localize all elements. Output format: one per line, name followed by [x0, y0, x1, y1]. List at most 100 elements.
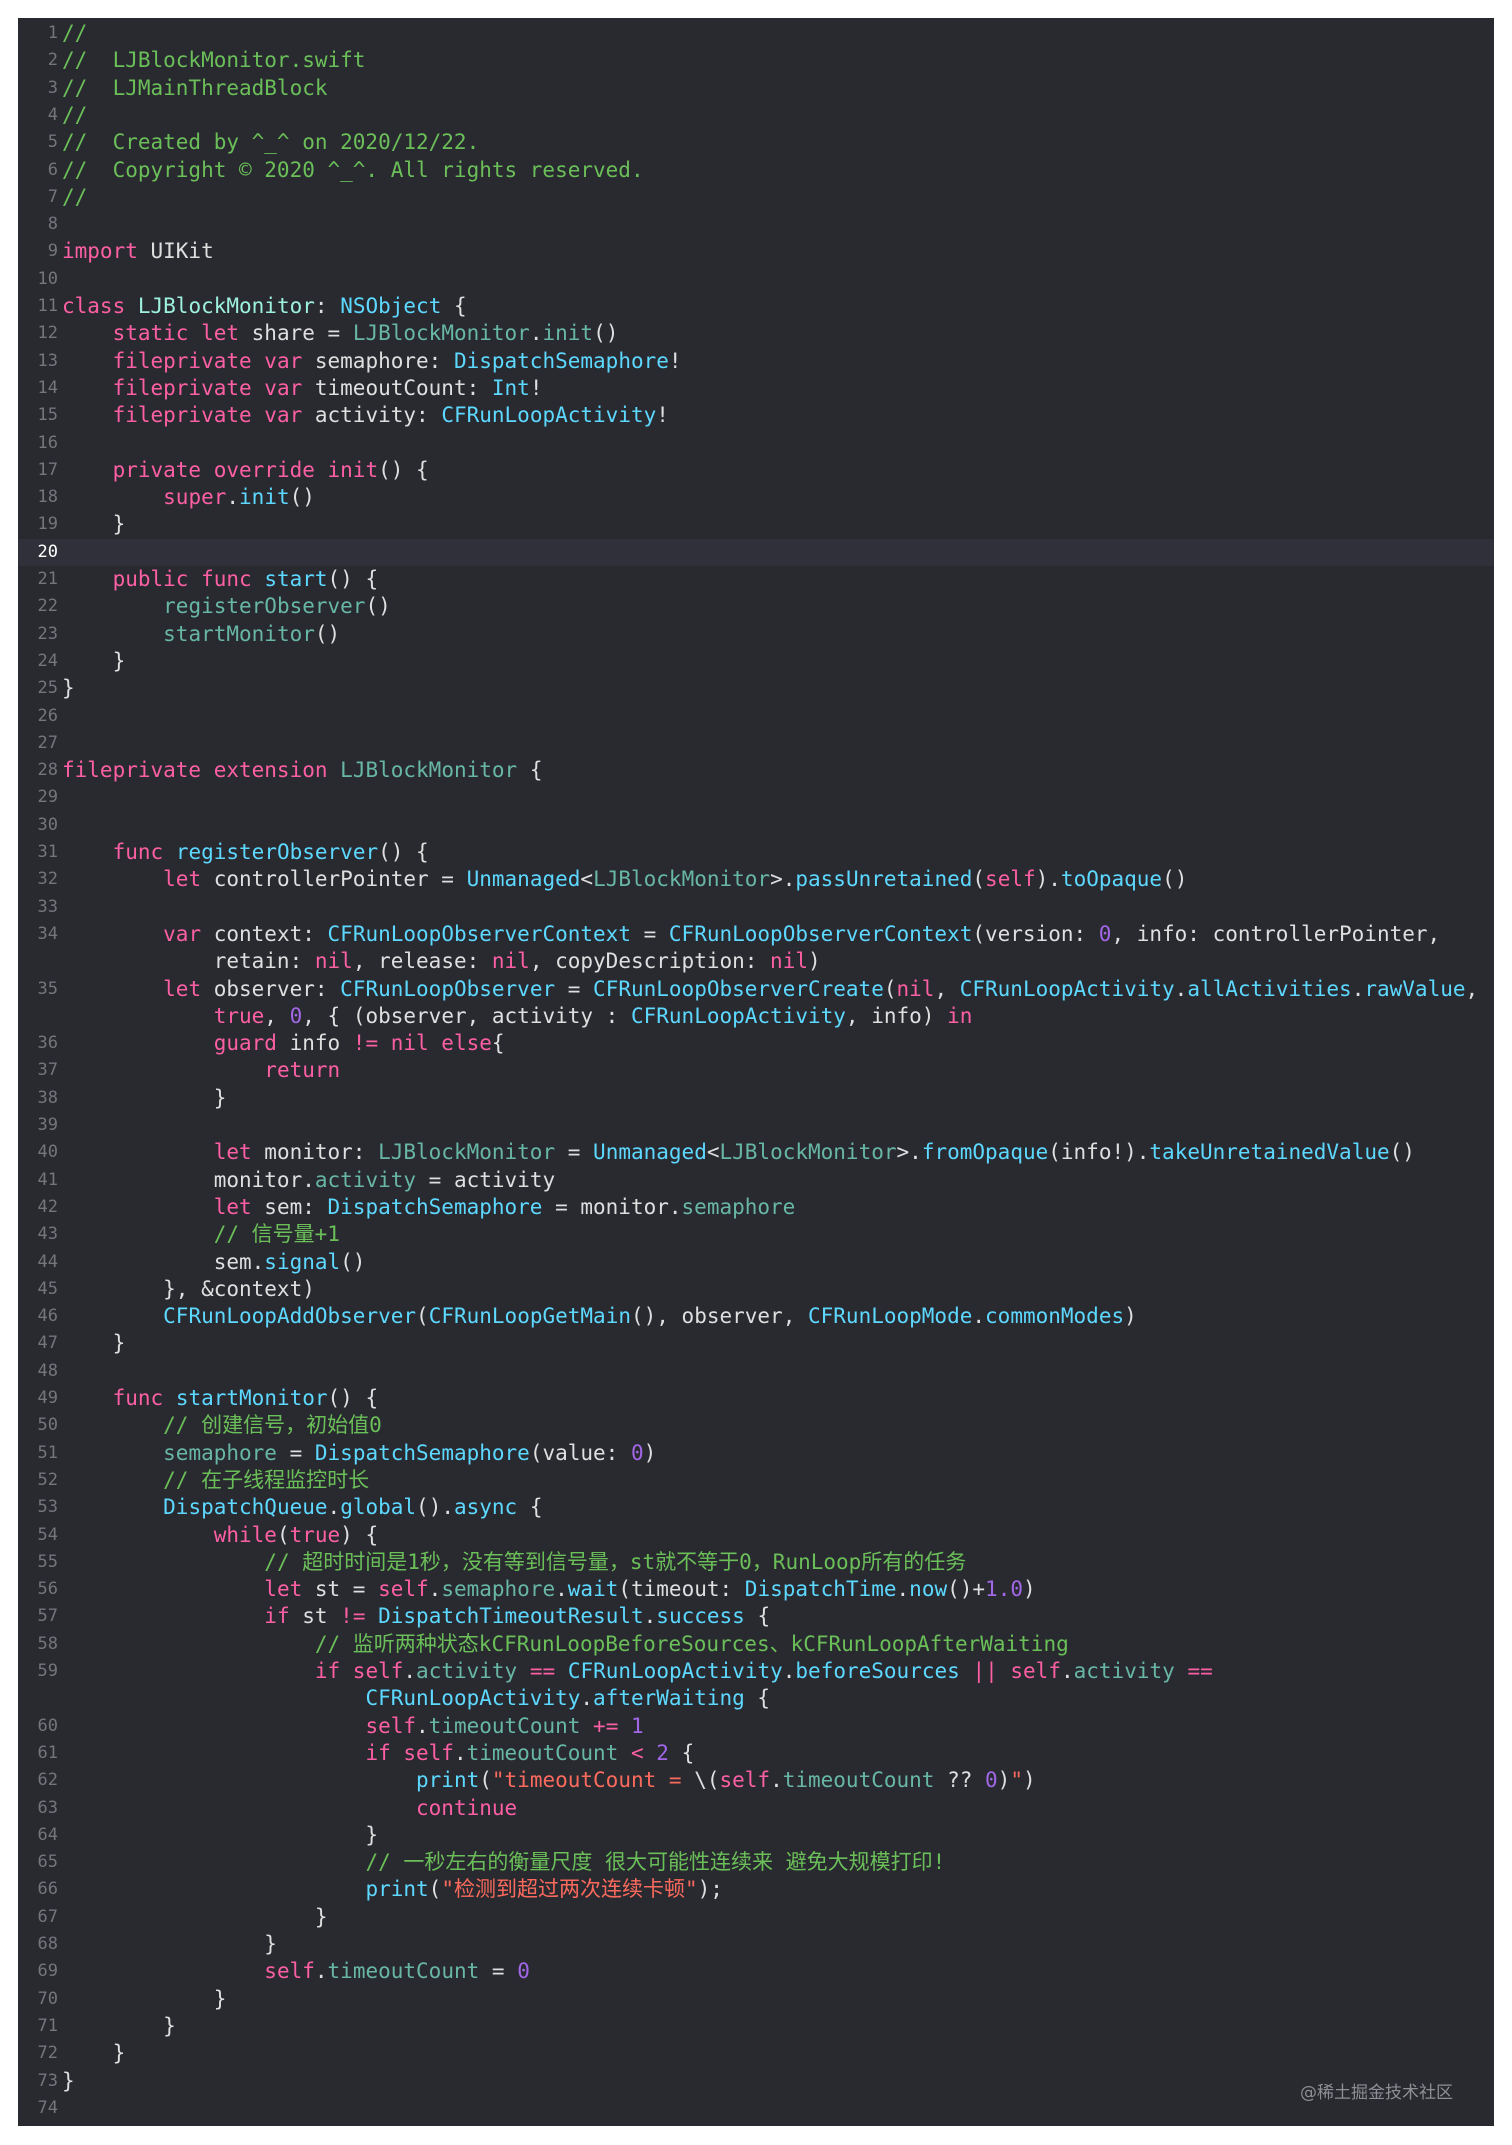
code-line[interactable]: 59 if self.activity == CFRunLoopActivity… [18, 1658, 1494, 1685]
code-line[interactable]: 10 [18, 266, 1494, 293]
code-line[interactable]: 21 public func start() { [18, 566, 1494, 593]
code-line[interactable]: 26 [18, 703, 1494, 730]
code-line[interactable]: 66 print("检测到超过两次连续卡顿"); [18, 1876, 1494, 1903]
code-line[interactable]: 49 func startMonitor() { [18, 1385, 1494, 1412]
code-line[interactable]: 50 // 创建信号，初始值0 [18, 1412, 1494, 1439]
code-line[interactable]: 71 } [18, 2013, 1494, 2040]
code-line-wrap[interactable]: retain: nil, release: nil, copyDescripti… [18, 948, 1494, 975]
code-line[interactable]: 11 class LJBlockMonitor: NSObject { [18, 293, 1494, 320]
code-token: startMonitor [163, 621, 315, 646]
code-line[interactable]: 44 sem.signal() [18, 1249, 1494, 1276]
code-line[interactable]: 74 [18, 2095, 1494, 2122]
code-line[interactable]: 18 super.init() [18, 484, 1494, 511]
code-line[interactable]: 5// Created by ^_^ on 2020/12/22. [18, 129, 1494, 156]
code-line-wrap[interactable]: true, 0, { (observer, activity : CFRunLo… [18, 1003, 1494, 1030]
code-line[interactable]: 9 import UIKit [18, 238, 1494, 265]
code-token: print [416, 1768, 480, 1793]
code-line[interactable]: 36 guard info != nil else{ [18, 1030, 1494, 1057]
code-line[interactable]: 40 let monitor: LJBlockMonitor = Unmanag… [18, 1139, 1494, 1166]
code-line[interactable]: 69 self.timeoutCount = 0 [18, 1958, 1494, 1985]
code-line[interactable]: 29 [18, 784, 1494, 811]
code-line[interactable]: 51 semaphore = DispatchSemaphore(value: … [18, 1440, 1494, 1467]
code-line[interactable]: 1// [18, 20, 1494, 47]
code-line[interactable]: 56 let st = self.semaphore.wait(timeout:… [18, 1576, 1494, 1603]
code-line[interactable]: 61 if self.timeoutCount < 2 { [18, 1740, 1494, 1767]
code-line[interactable]: 72 } [18, 2040, 1494, 2067]
code-line[interactable]: 28 fileprivate extension LJBlockMonitor { [18, 757, 1494, 784]
code-line[interactable]: 32 let controllerPointer = Unmanaged<LJB… [18, 866, 1494, 893]
line-number: 66 [37, 1879, 58, 1900]
code-line[interactable]: 43 // 信号量+1 [18, 1221, 1494, 1248]
code-editor[interactable]: 1//2// LJBlockMonitor.swift 3// LJMainThr… [18, 18, 1494, 2126]
code-line-wrap[interactable]: CFRunLoopActivity.afterWaiting { [18, 1685, 1494, 1712]
code-line[interactable]: 60 self.timeoutCount += 1 [18, 1713, 1494, 1740]
code-line[interactable]: 30 [18, 812, 1494, 839]
code-line[interactable]: 47 } [18, 1330, 1494, 1357]
code-line[interactable]: 8 [18, 211, 1494, 238]
code-line[interactable]: 70 } [18, 1986, 1494, 2013]
code-line[interactable]: 68 } [18, 1931, 1494, 1958]
code-token: , info: controllerPointer, [1111, 921, 1441, 946]
code-line[interactable]: 25} [18, 675, 1494, 702]
code-line[interactable]: 34 var context: CFRunLoopObserverContext… [18, 921, 1494, 948]
code-line[interactable]: 58 // 监听两种状态kCFRunLoopBeforeSources、kCFR… [18, 1631, 1494, 1658]
code-line[interactable]: 52 // 在子线程监控时长 [18, 1467, 1494, 1494]
code-token: retain: [62, 949, 315, 974]
code-line[interactable]: 31 func registerObserver() { [18, 839, 1494, 866]
code-line[interactable]: 12 static let share = LJBlockMonitor.ini… [18, 320, 1494, 347]
code-line[interactable]: 38 } [18, 1085, 1494, 1112]
code-line[interactable]: 67 } [18, 1904, 1494, 1931]
code-token: takeUnretainedValue [1149, 1140, 1390, 1165]
code-line[interactable]: 65 // 一秒左右的衡量尺度 很大可能性连续来 避免大规模打印! [18, 1849, 1494, 1876]
code-line[interactable]: 2// LJBlockMonitor.swift [18, 47, 1494, 74]
code-line[interactable]: 3// LJMainThreadBlock [18, 75, 1494, 102]
code-line[interactable]: 41 monitor.activity = activity [18, 1167, 1494, 1194]
code-token: 1 [631, 1713, 644, 1738]
code-line[interactable]: 6// Copyright © 2020 ^_^. All rights res… [18, 157, 1494, 184]
code-line[interactable]: 17 private override init() { [18, 457, 1494, 484]
code-token: LJBlockMonitor [352, 321, 530, 346]
code-line[interactable]: 15 fileprivate var activity: CFRunLoopAc… [18, 402, 1494, 429]
line-number: 65 [37, 1852, 58, 1873]
code-line[interactable]: 45 }, &context) [18, 1276, 1494, 1303]
code-line[interactable]: 33 [18, 894, 1494, 921]
code-text: }, &context) [62, 1276, 315, 1303]
code-line[interactable]: 64 } [18, 1822, 1494, 1849]
code-line[interactable]: 63 continue [18, 1795, 1494, 1822]
code-line[interactable]: 16 [18, 430, 1494, 457]
code-line[interactable]: 37 return [18, 1057, 1494, 1084]
code-line[interactable]: 53 DispatchQueue.global().async { [18, 1494, 1494, 1521]
code-token: beforeSources [795, 1659, 960, 1683]
code-line[interactable]: 27 [18, 730, 1494, 757]
code-line[interactable]: 48 [18, 1358, 1494, 1385]
code-text: self.timeoutCount += 1 [62, 1713, 644, 1740]
code-line[interactable]: 42 let sem: DispatchSemaphore = monitor.… [18, 1194, 1494, 1221]
code-line[interactable]: 55 // 超时时间是1秒，没有等到信号量，st就不等于0，RunLoop所有的… [18, 1549, 1494, 1576]
code-line[interactable]: 54 while(true) { [18, 1522, 1494, 1549]
code-line[interactable]: 22 registerObserver() [18, 593, 1494, 620]
code-line[interactable]: 4// [18, 102, 1494, 129]
code-line[interactable]: 57 if st != DispatchTimeoutResult.succes… [18, 1603, 1494, 1630]
code-line[interactable]: 46 CFRunLoopAddObserver(CFRunLoopGetMain… [18, 1303, 1494, 1330]
code-line[interactable]: 62 print("timeoutCount = \(self.timeoutC… [18, 1767, 1494, 1794]
code-token: 2 [656, 1740, 669, 1765]
code-token: startMonitor [175, 1386, 328, 1410]
code-text: monitor.activity = activity [62, 1167, 555, 1194]
code-token: info [276, 1031, 353, 1056]
code-line[interactable]: 13 fileprivate var semaphore: DispatchSe… [18, 348, 1494, 375]
code-line[interactable]: 39 [18, 1112, 1494, 1139]
code-line[interactable]: 20 [18, 538, 1494, 566]
code-line[interactable]: 14 fileprivate var timeoutCount: Int! [18, 375, 1494, 402]
code-line[interactable]: 24 } [18, 648, 1494, 675]
line-number: 67 [37, 1906, 58, 1927]
code-line[interactable]: 35 let observer: CFRunLoopObserver = CFR… [18, 976, 1494, 1003]
code-line[interactable]: 7// [18, 184, 1494, 211]
code-token: // LJBlockMonitor.swift [62, 48, 366, 73]
code-line[interactable]: 73} [18, 2068, 1494, 2095]
code-line[interactable]: 19 } [18, 511, 1494, 538]
code-line[interactable]: 23 startMonitor() [18, 621, 1494, 648]
